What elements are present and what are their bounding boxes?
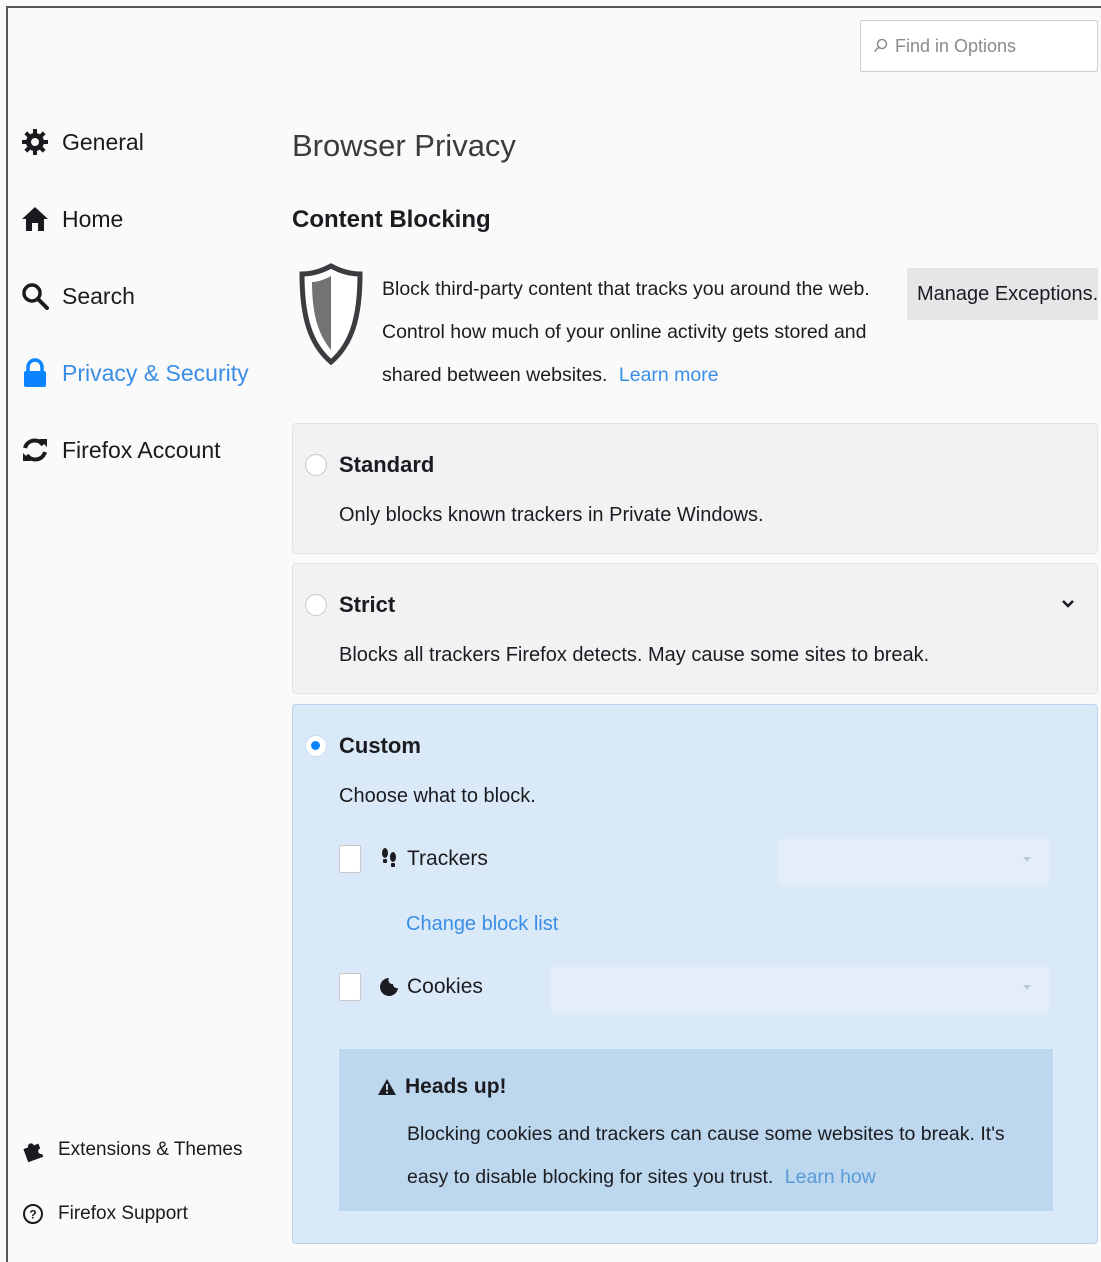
manage-exceptions-button[interactable]: Manage Exceptions... (907, 268, 1098, 320)
gear-icon (20, 127, 50, 157)
sidebar-nav: General Home Search Privacy & Security F… (20, 118, 249, 503)
sidebar-label-support: Firefox Support (58, 1203, 188, 1224)
sidebar-item-privacy[interactable]: Privacy & Security (20, 349, 249, 397)
puzzle-icon (20, 1137, 46, 1163)
sync-icon (20, 435, 50, 465)
learn-more-link[interactable]: Learn more (619, 364, 719, 386)
find-placeholder: Find in Options (895, 35, 1017, 56)
option-standard[interactable]: Standard Only blocks known trackers in P… (292, 423, 1098, 554)
heads-up-notice: Heads up! Blocking cookies and trackers … (339, 1049, 1053, 1211)
search-icon (20, 281, 50, 311)
chevron-down-icon (1023, 857, 1031, 862)
trackers-checkbox[interactable] (339, 845, 361, 873)
sidebar-item-home[interactable]: Home (20, 195, 249, 243)
cookie-icon (377, 976, 401, 998)
sidebar-item-search[interactable]: Search (20, 272, 249, 320)
option-strict[interactable]: Strict Blocks all trackers Firefox detec… (292, 563, 1098, 694)
strict-description: Blocks all trackers Firefox detects. May… (339, 644, 930, 666)
learn-how-link[interactable]: Learn how (785, 1166, 876, 1188)
sidebar-item-extensions[interactable]: Extensions & Themes (20, 1130, 242, 1170)
footprints-icon (377, 847, 401, 871)
cookies-row: Cookies (339, 973, 483, 1001)
home-icon (20, 204, 50, 234)
heads-up-title-text: Heads up! (405, 1075, 507, 1098)
section-title: Content Blocking (292, 206, 491, 233)
standard-radio[interactable] (305, 454, 327, 476)
cookies-checkbox[interactable] (339, 973, 361, 1001)
sidebar-item-support[interactable]: ? Firefox Support (20, 1194, 242, 1234)
content-blocking-description: Block third-party content that tracks yo… (382, 268, 872, 397)
search-icon (873, 38, 888, 53)
heads-up-body-text: Blocking cookies and trackers can cause … (407, 1123, 1005, 1188)
chevron-down-icon (1023, 985, 1031, 990)
custom-label: Custom (339, 733, 421, 758)
trackers-label: Trackers (407, 847, 488, 870)
standard-label: Standard (339, 452, 435, 477)
heads-up-body: Blocking cookies and trackers can cause … (407, 1113, 1027, 1199)
change-block-list-link[interactable]: Change block list (406, 913, 558, 936)
option-custom[interactable]: Custom Choose what to block. Trackers Ch… (292, 704, 1098, 1244)
standard-description: Only blocks known trackers in Private Wi… (339, 504, 764, 526)
strict-label: Strict (339, 592, 396, 617)
sidebar-label-privacy: Privacy & Security (62, 359, 249, 386)
heads-up-title: Heads up! (377, 1075, 507, 1099)
sidebar-label-general: General (62, 128, 144, 155)
cookies-select[interactable] (551, 967, 1049, 1013)
sidebar-label-firefox-account: Firefox Account (62, 436, 221, 463)
custom-description: Choose what to block. (339, 785, 536, 807)
shield-icon (298, 262, 364, 371)
sidebar-item-general[interactable]: General (20, 118, 249, 166)
find-in-options-input[interactable]: Find in Options (860, 20, 1098, 72)
lock-icon (20, 358, 50, 388)
warning-icon (378, 1079, 396, 1095)
custom-radio[interactable] (305, 735, 327, 757)
sidebar-label-home: Home (62, 205, 124, 232)
sidebar-label-search: Search (62, 282, 135, 309)
sidebar-item-firefox-account[interactable]: Firefox Account (20, 426, 249, 474)
chevron-down-icon[interactable] (1061, 596, 1075, 614)
trackers-select[interactable] (777, 839, 1049, 885)
trackers-row: Trackers (339, 845, 488, 873)
sidebar-label-extensions: Extensions & Themes (58, 1139, 243, 1160)
page-title: Browser Privacy (292, 128, 516, 163)
strict-radio[interactable] (305, 594, 327, 616)
svg-text:?: ? (29, 1208, 36, 1222)
sidebar-footer: Extensions & Themes ? Firefox Support (20, 1130, 242, 1258)
cookies-label: Cookies (407, 975, 483, 998)
help-icon: ? (20, 1201, 46, 1227)
